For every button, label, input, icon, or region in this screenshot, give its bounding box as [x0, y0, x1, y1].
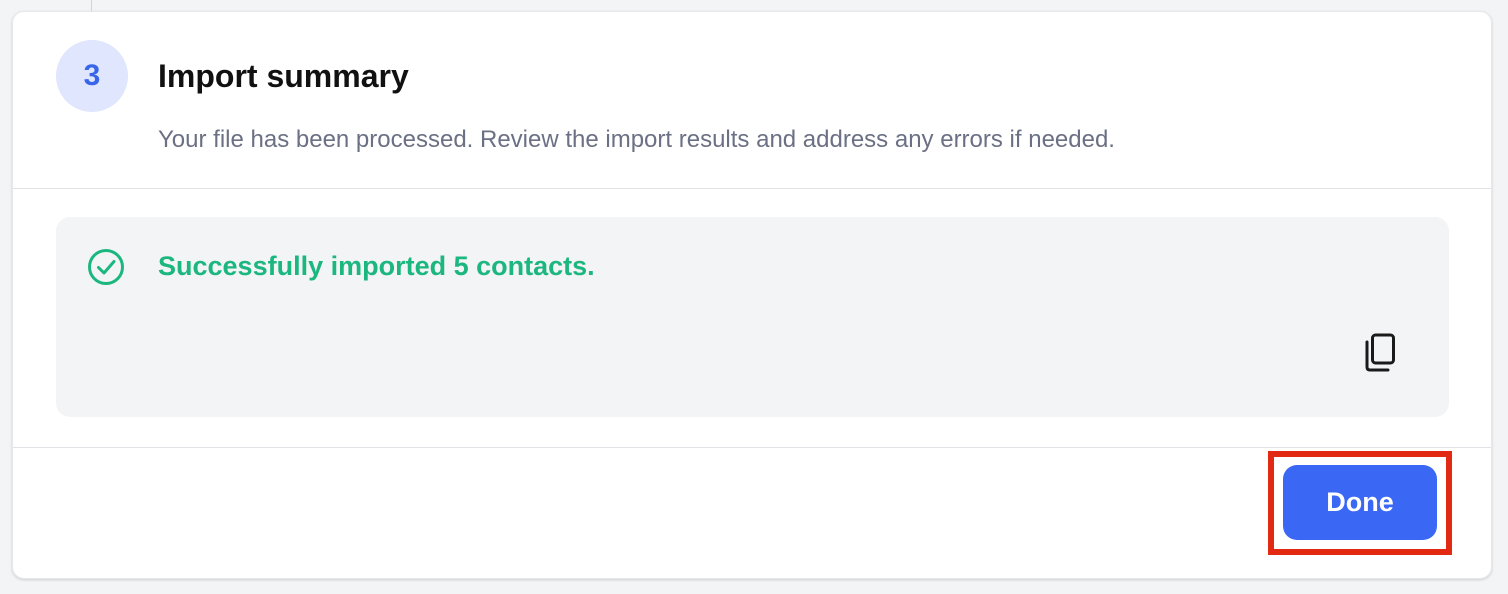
footer-divider: [13, 447, 1491, 448]
copy-button[interactable]: [1358, 330, 1402, 374]
step-title: Import summary: [158, 58, 409, 94]
success-message: Successfully imported 5 contacts.: [158, 251, 595, 281]
copy-icon: [1365, 333, 1395, 372]
import-result-panel: Successfully imported 5 contacts.: [56, 217, 1449, 417]
header-divider: [13, 188, 1491, 189]
done-button[interactable]: Done: [1283, 465, 1437, 540]
step-number-badge: 3: [56, 40, 128, 112]
step-description: Your file has been processed. Review the…: [158, 126, 1115, 153]
check-circle-icon: [88, 249, 124, 285]
